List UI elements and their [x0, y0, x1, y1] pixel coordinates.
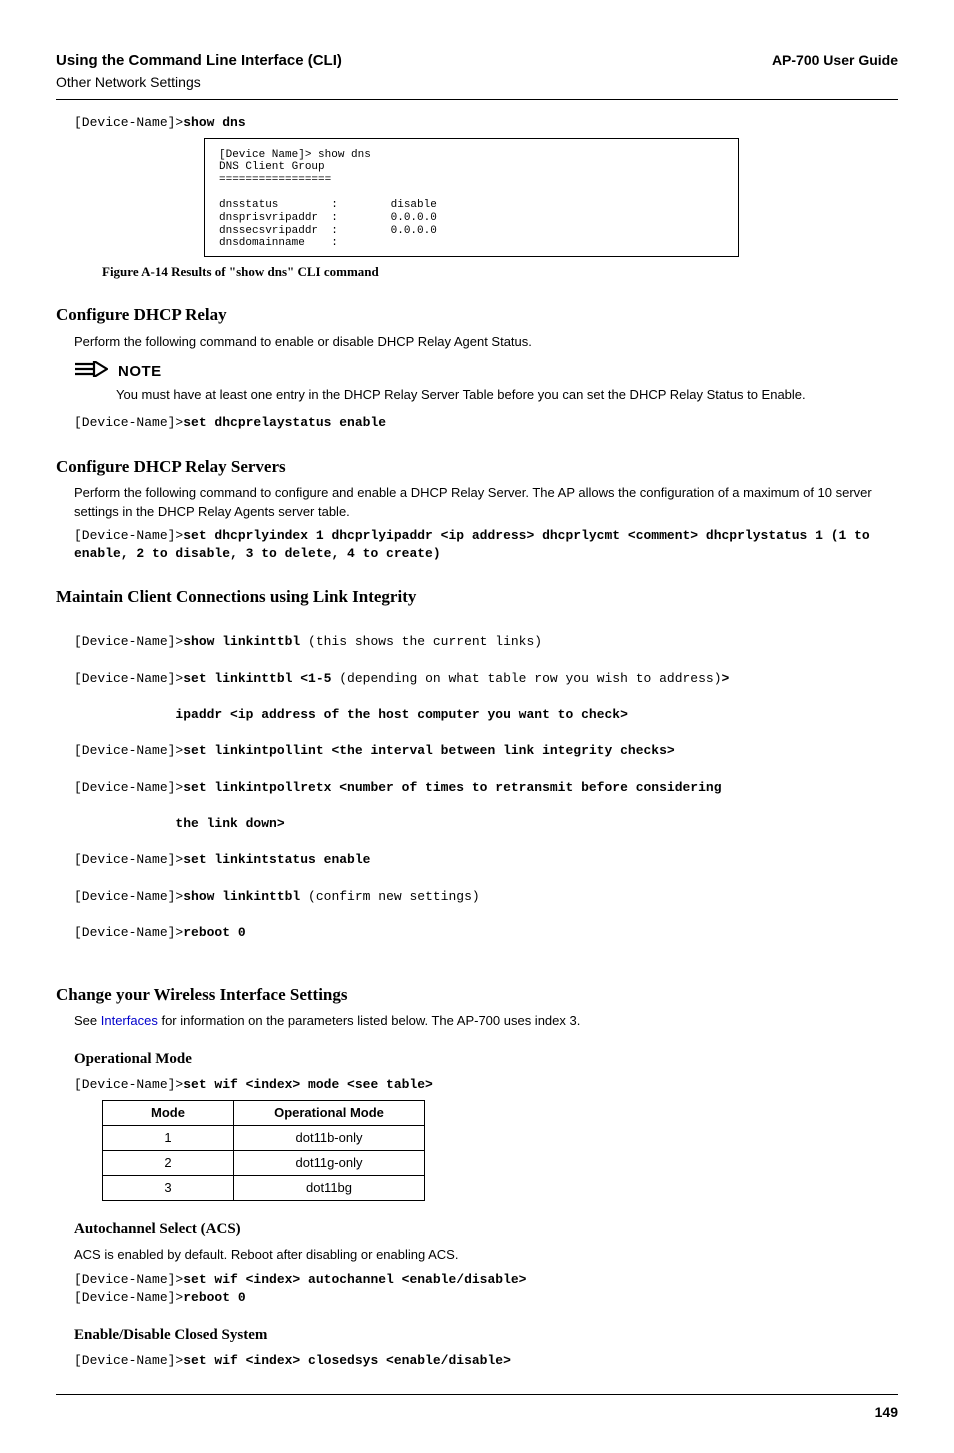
cmd-set-wif-autochannel: [Device-Name]>set wif <index> autochanne…: [74, 1271, 898, 1289]
table-row: 1 dot11b-only: [103, 1125, 425, 1150]
page-header-title: Using the Command Line Interface (CLI): [56, 50, 342, 71]
figure-caption: Figure A-14 Results of "show dns" CLI co…: [102, 263, 898, 281]
cmd-set-wif-closedsys: [Device-Name]>set wif <index> closedsys …: [74, 1352, 898, 1370]
header-divider: [56, 99, 898, 100]
section-wireless-interface: Change your Wireless Interface Settings: [56, 983, 898, 1007]
table-header-row: Mode Operational Mode: [103, 1100, 425, 1125]
figure-box-show-dns: [Device Name]> show dns DNS Client Group…: [204, 138, 739, 257]
body-text: Perform the following command to enable …: [74, 333, 898, 351]
cmd-set-wif-mode: [Device-Name]>set wif <index> mode <see …: [74, 1076, 898, 1094]
page-header-guide: AP-700 User Guide: [772, 51, 898, 71]
note-arrow-icon: [74, 361, 108, 382]
table-row: 2 dot11g-only: [103, 1151, 425, 1176]
note-text: You must have at least one entry in the …: [116, 386, 898, 404]
cmd-dhcprelaystatus: [Device-Name]>set dhcprelaystatus enable: [74, 414, 898, 432]
sub-operational-mode: Operational Mode: [74, 1049, 898, 1070]
section-link-integrity: Maintain Client Connections using Link I…: [56, 585, 898, 609]
page-header-subtitle: Other Network Settings: [56, 73, 898, 93]
sub-closed-system: Enable/Disable Closed System: [74, 1325, 898, 1346]
cmd-block-link-integrity: [Device-Name]>show linkinttbl (this show…: [74, 615, 898, 961]
body-text: See Interfaces for information on the pa…: [74, 1012, 898, 1030]
sub-acs: Autochannel Select (ACS): [74, 1219, 898, 1240]
section-configure-dhcp-relay-servers: Configure DHCP Relay Servers: [56, 455, 898, 479]
cmd-dhcprlyindex: [Device-Name]>set dhcprlyindex 1 dhcprly…: [74, 527, 898, 563]
page-number: 149: [56, 1403, 898, 1423]
cmd-reboot: [Device-Name]>reboot 0: [74, 1289, 898, 1307]
cmd-show-dns: [Device-Name]>show dns: [74, 114, 898, 132]
mode-table: Mode Operational Mode 1 dot11b-only 2 do…: [102, 1100, 425, 1202]
table-row: 3 dot11bg: [103, 1176, 425, 1201]
body-text: Perform the following command to configu…: [74, 484, 898, 520]
footer-divider: [56, 1394, 898, 1395]
col-mode: Mode: [103, 1100, 234, 1125]
section-configure-dhcp-relay: Configure DHCP Relay: [56, 303, 898, 327]
link-interfaces[interactable]: Interfaces: [101, 1013, 158, 1028]
col-operational-mode: Operational Mode: [234, 1100, 425, 1125]
note-label: NOTE: [118, 361, 162, 382]
body-text: ACS is enabled by default. Reboot after …: [74, 1246, 898, 1264]
